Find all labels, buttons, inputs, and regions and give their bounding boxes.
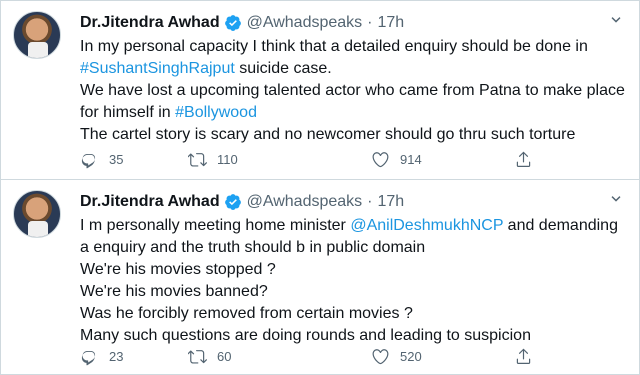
reply-button[interactable]: 35 bbox=[80, 150, 123, 169]
text-segment: for himself in bbox=[80, 104, 176, 121]
text-segment: We have lost a upcoming talented actor w… bbox=[80, 82, 625, 99]
reply-count: 35 bbox=[109, 151, 124, 167]
reply-icon bbox=[81, 350, 96, 365]
reply-icon bbox=[81, 153, 96, 168]
text-segment: suicide case. bbox=[234, 60, 332, 77]
text-segment: We're his movies banned? bbox=[80, 283, 268, 300]
tweet-text-line: Many such questions are doing rounds and… bbox=[80, 325, 632, 347]
author-handle[interactable]: @Awhadspeaks bbox=[247, 14, 363, 32]
tweet-text-line: The cartel story is scary and no newcome… bbox=[80, 124, 632, 146]
tweet-header: Dr.Jitendra Awhad @Awhadspeaks · 17h bbox=[80, 191, 404, 213]
tweet-text-line: for himself in #Bollywood bbox=[80, 102, 632, 124]
retweet-button[interactable]: 60 bbox=[188, 347, 231, 366]
hashtag-link[interactable]: #SushantSinghRajput bbox=[80, 60, 235, 77]
like-count: 520 bbox=[400, 348, 422, 364]
tweet-feed: Dr.Jitendra Awhad @Awhadspeaks · 17h In … bbox=[0, 0, 640, 375]
tweet-text-line: #SushantSinghRajput suicide case. bbox=[80, 58, 632, 80]
tweet-text-line: In my personal capacity I think that a d… bbox=[80, 36, 632, 58]
avatar[interactable] bbox=[13, 190, 61, 238]
hashtag-link[interactable]: #Bollywood bbox=[175, 104, 257, 121]
tweet-text: In my personal capacity I think that a d… bbox=[80, 36, 632, 146]
share-icon bbox=[516, 151, 531, 167]
separator-dot: · bbox=[367, 14, 373, 31]
tweet-text-line: I m personally meeting home minister @An… bbox=[80, 215, 632, 237]
separator-dot: · bbox=[367, 193, 373, 210]
tweet-text-line: a enquiry and the truth should b in publ… bbox=[80, 237, 632, 259]
tweet[interactable]: Dr.Jitendra Awhad @Awhadspeaks · 17h I m… bbox=[1, 179, 639, 374]
reply-count: 23 bbox=[109, 348, 124, 364]
chevron-down-icon[interactable] bbox=[607, 11, 625, 29]
verified-badge-icon bbox=[224, 15, 241, 31]
heart-icon bbox=[372, 348, 389, 364]
chevron-down-icon[interactable] bbox=[607, 190, 625, 208]
text-segment: In my personal capacity I think that a d… bbox=[80, 38, 588, 55]
tweet-text-line: We have lost a upcoming talented actor w… bbox=[80, 80, 632, 102]
verified-badge-icon bbox=[224, 194, 241, 210]
tweet-actions: 35 110 914 bbox=[80, 148, 540, 170]
like-button[interactable]: 520 bbox=[371, 347, 422, 366]
retweet-icon bbox=[188, 349, 207, 364]
mention-link[interactable]: @AnilDeshmukhNCP bbox=[350, 217, 503, 234]
share-button[interactable] bbox=[514, 347, 543, 366]
share-button[interactable] bbox=[514, 150, 543, 169]
like-button[interactable]: 914 bbox=[371, 150, 422, 169]
tweet-header: Dr.Jitendra Awhad @Awhadspeaks · 17h bbox=[80, 12, 404, 34]
author-name[interactable]: Dr.Jitendra Awhad bbox=[80, 193, 220, 211]
tweet[interactable]: Dr.Jitendra Awhad @Awhadspeaks · 17h In … bbox=[1, 1, 639, 179]
like-count: 914 bbox=[400, 151, 422, 167]
text-segment: Many such questions are doing rounds and… bbox=[80, 327, 531, 344]
text-segment: and demanding bbox=[503, 217, 618, 234]
heart-icon bbox=[372, 151, 389, 167]
text-segment: a enquiry and the truth should b in publ… bbox=[80, 239, 426, 256]
text-segment: Was he forcibly removed from certain mov… bbox=[80, 305, 413, 322]
author-handle[interactable]: @Awhadspeaks bbox=[247, 193, 363, 211]
share-icon bbox=[516, 348, 531, 364]
retweet-button[interactable]: 110 bbox=[188, 150, 238, 169]
retweet-count: 60 bbox=[217, 348, 232, 364]
reply-button[interactable]: 23 bbox=[80, 347, 123, 366]
retweet-icon bbox=[188, 152, 207, 167]
text-segment: I m personally meeting home minister bbox=[80, 217, 351, 234]
retweet-count: 110 bbox=[217, 151, 238, 167]
avatar[interactable] bbox=[13, 11, 61, 59]
timestamp[interactable]: 17h bbox=[378, 193, 405, 211]
author-name[interactable]: Dr.Jitendra Awhad bbox=[80, 14, 220, 32]
text-segment: We're his movies stopped ? bbox=[80, 261, 276, 278]
tweet-text-line: We're his movies stopped ? bbox=[80, 259, 632, 281]
tweet-text-line: Was he forcibly removed from certain mov… bbox=[80, 303, 632, 325]
text-segment: The cartel story is scary and no newcome… bbox=[80, 126, 576, 143]
timestamp[interactable]: 17h bbox=[378, 14, 405, 32]
tweet-text: I m personally meeting home minister @An… bbox=[80, 215, 632, 347]
tweet-actions: 23 60 520 bbox=[80, 345, 540, 367]
tweet-text-line: We're his movies banned? bbox=[80, 281, 632, 303]
